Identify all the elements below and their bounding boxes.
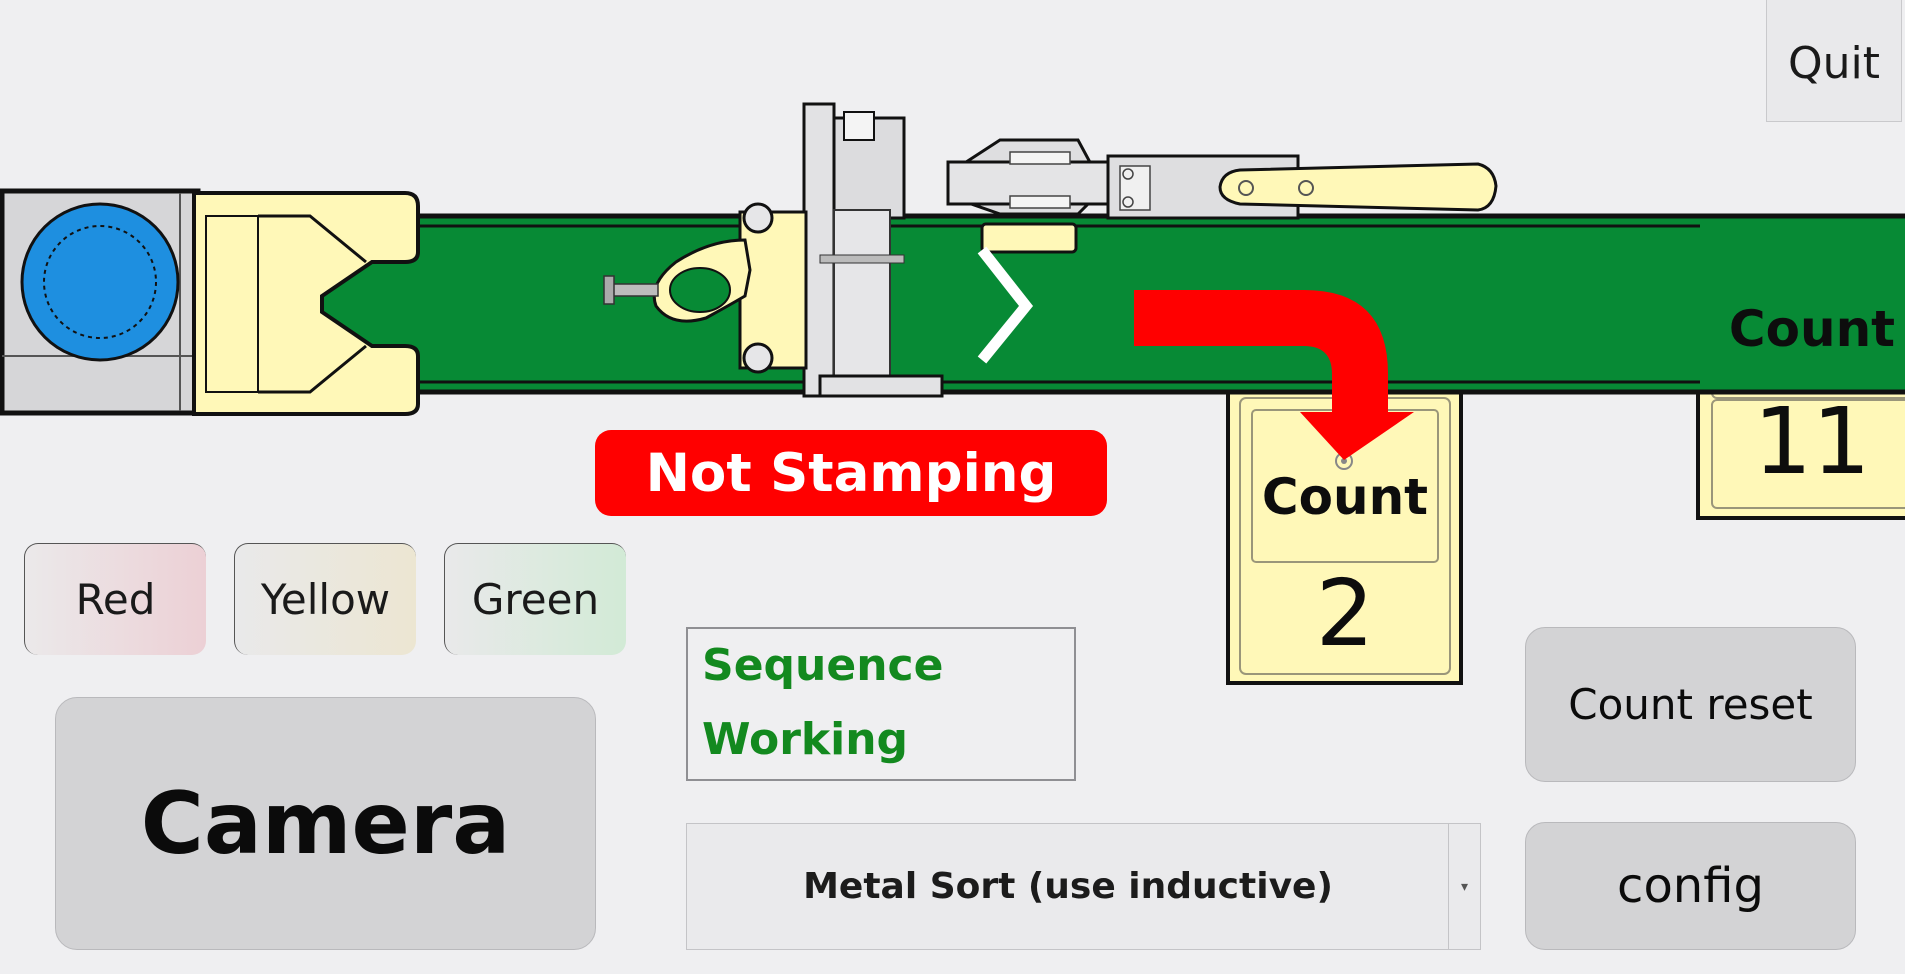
count-reset-button[interactable]: Count reset: [1525, 627, 1856, 782]
sequence-status: Sequence Working: [686, 627, 1076, 781]
mode-select[interactable]: Metal Sort (use inductive) ▾: [686, 823, 1481, 950]
side-bin-count-value: 2: [1315, 560, 1375, 667]
config-button[interactable]: config: [1525, 822, 1856, 950]
green-button[interactable]: Green: [444, 543, 626, 655]
status-line-2: Working: [702, 714, 909, 765]
camera-button[interactable]: Camera: [55, 697, 596, 950]
feeder-hopper: [0, 188, 201, 416]
quit-button[interactable]: Quit: [1766, 0, 1902, 122]
status-line-1: Sequence: [702, 640, 944, 691]
yellow-button[interactable]: Yellow: [234, 543, 416, 655]
stamp-status-banner: Not Stamping: [595, 430, 1107, 516]
dropdown-arrow-icon[interactable]: ▾: [1448, 824, 1480, 949]
end-bin-count-value: 11: [1753, 388, 1871, 495]
mode-selected-value: Metal Sort (use inductive): [803, 866, 1333, 907]
side-bin-count-label: Count: [1261, 468, 1429, 526]
red-button[interactable]: Red: [24, 543, 206, 655]
end-bin-count-label: Count: [1728, 300, 1896, 358]
